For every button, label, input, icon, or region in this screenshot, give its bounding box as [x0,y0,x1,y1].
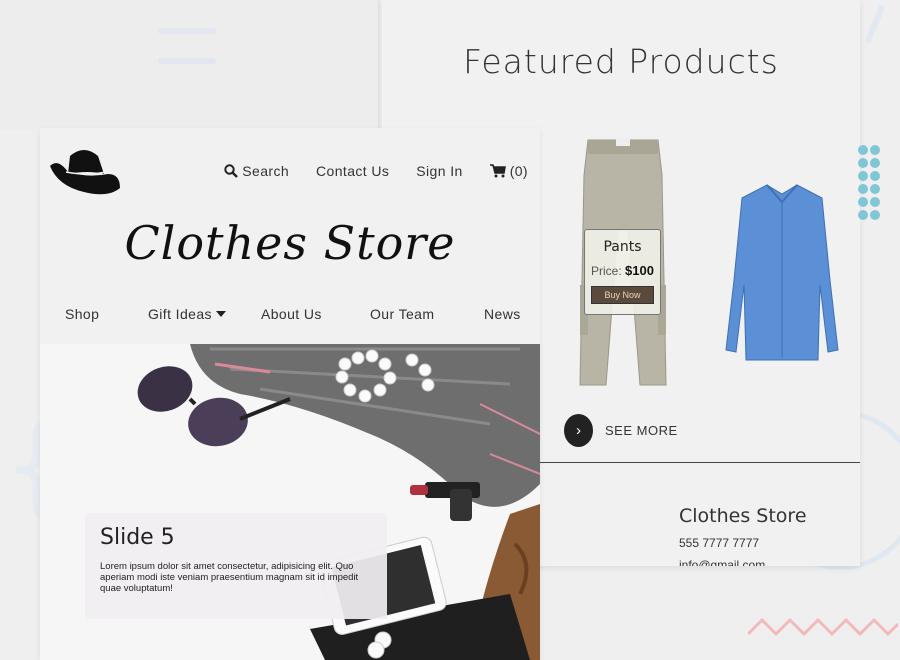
store-title: Clothes Store [124,216,456,270]
footer-email[interactable]: info@gmail.com [679,558,765,566]
cart-count[interactable]: (0) [510,163,528,179]
store-home-page: Search Contact Us Sign In (0) Clothes St… [40,128,540,660]
caret-down-icon[interactable] [215,311,226,317]
background-bars [158,28,216,88]
zigzag-decoration [748,617,898,637]
nav-shop[interactable]: Shop [65,306,99,322]
hero-slider[interactable]: Slide 5 Lorem ipsum dolor sit amet conse… [40,344,540,660]
product-name: Pants [603,239,642,255]
shirt-image[interactable] [722,180,842,365]
contact-us-link[interactable]: Contact Us [316,163,389,179]
cart-icon [489,164,506,178]
featured-title: Featured Products [463,42,779,81]
nav-news[interactable]: News [484,306,521,322]
slide-title: Slide 5 [100,525,175,550]
nav-about-us[interactable]: About Us [261,306,322,322]
search-link[interactable]: Search [224,163,289,179]
background-slash [864,4,886,44]
accent-dots [858,145,882,220]
cart-link[interactable]: (0) [489,163,528,179]
sign-in-link[interactable]: Sign In [416,163,462,179]
buy-now-button[interactable]: Buy Now [591,286,654,304]
search-label[interactable]: Search [242,163,289,179]
price-label: Price: [591,264,622,278]
product-popup: Pants Price: $100 Buy Now [584,229,661,315]
nav-gift-ideas[interactable]: Gift Ideas [148,306,226,322]
footer-divider [540,462,860,463]
chevron-right-icon[interactable]: › [564,414,593,447]
slide-text: Lorem ipsum dolor sit amet consectetur, … [100,561,359,594]
footer-phone: 555 7777 7777 [679,536,760,550]
nav-our-team[interactable]: Our Team [370,306,434,322]
nav-gift-ideas-label[interactable]: Gift Ideas [148,306,212,322]
see-more-link[interactable]: › SEE MORE [564,414,678,447]
see-more-label[interactable]: SEE MORE [605,423,678,438]
top-nav: Search Contact Us Sign In (0) [197,163,528,179]
slide-caption: Slide 5 Lorem ipsum dolor sit amet conse… [85,513,387,619]
product-price: Price: $100 [585,263,660,278]
footer-store-name: Clothes Store [679,505,807,527]
search-icon [224,164,239,178]
price-value: $100 [625,263,654,278]
hat-logo-icon[interactable] [48,144,122,198]
